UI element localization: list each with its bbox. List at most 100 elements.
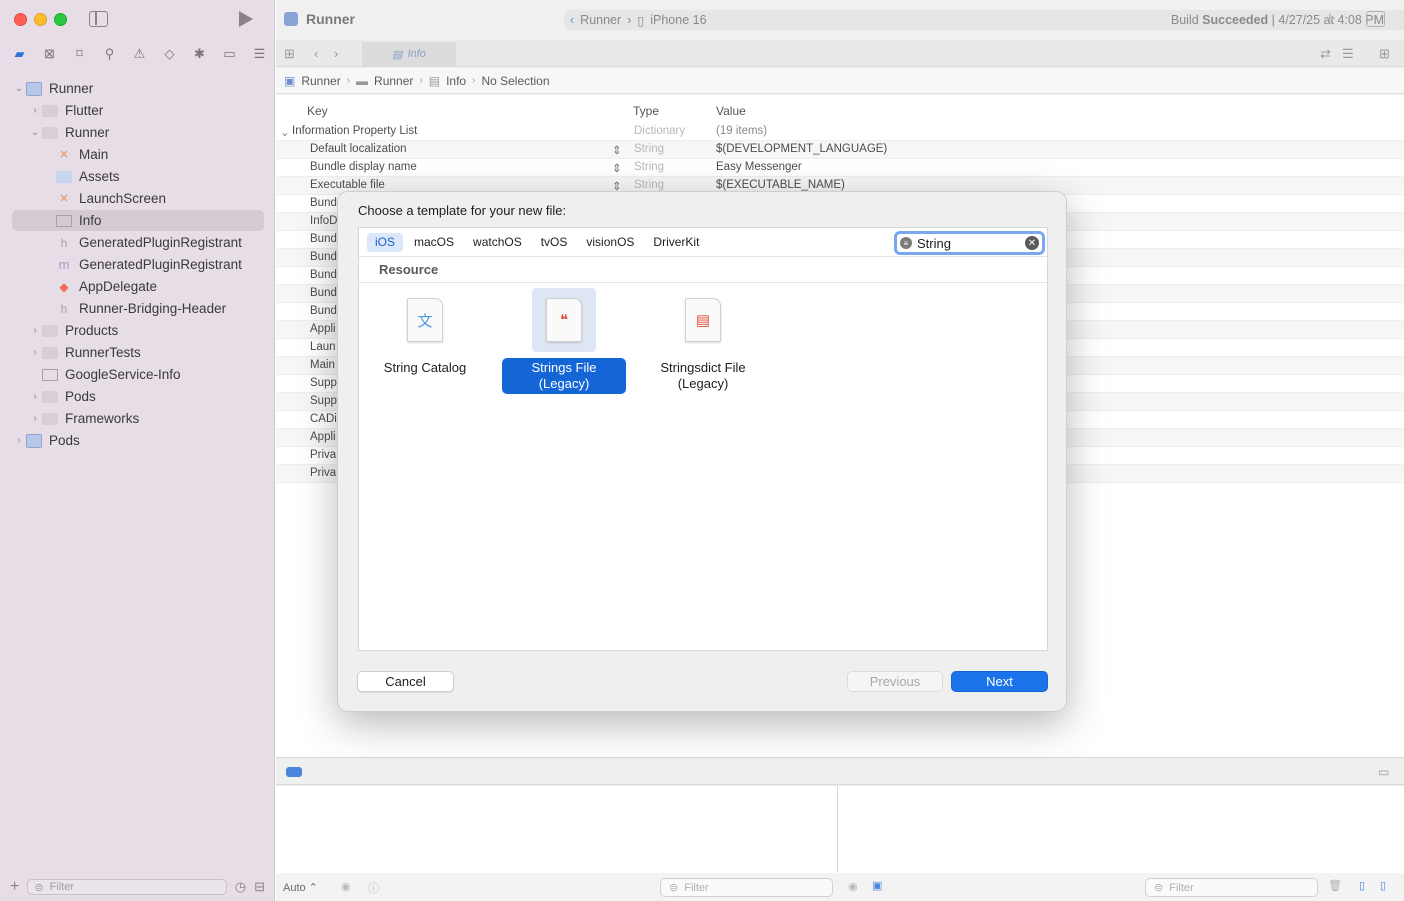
scm-filter-icon[interactable]: ⊟ [254, 879, 265, 895]
breakpoint-icon[interactable]: ▭ [220, 45, 239, 64]
platform-tab-watchos[interactable]: watchOS [465, 233, 530, 252]
plist-key[interactable]: InfoD [310, 215, 338, 227]
plist-key[interactable]: CADi [310, 413, 337, 425]
next-button[interactable]: Next [951, 671, 1048, 692]
chevron-right-icon[interactable]: › [28, 413, 42, 424]
report-icon[interactable]: ☰ [250, 45, 269, 64]
eye-icon[interactable]: ◉ [848, 880, 858, 893]
plist-type[interactable]: String [634, 143, 664, 155]
trash-icon[interactable]: 🗑 [1328, 879, 1342, 892]
add-icon[interactable]: + [10, 878, 19, 896]
console-filter-input[interactable]: ⊜ Filter [1145, 878, 1318, 897]
split-editor-icon[interactable]: ⊞ [1379, 46, 1390, 62]
tree-item[interactable]: › Frameworks [28, 408, 264, 429]
navigator-filter-input[interactable]: ⊜ Filter [27, 879, 227, 895]
scheme-selector[interactable]: ‹ Runner › ▯ iPhone 16 Build Succeeded |… [564, 10, 1404, 30]
tree-item[interactable]: › RunnerTests [28, 342, 264, 363]
tree-item[interactable]: ⌄ Runner [12, 78, 264, 99]
plist-key[interactable]: Priva [310, 467, 336, 479]
zoom-window-button[interactable] [54, 13, 67, 26]
platform-tab-tvos[interactable]: tvOS [533, 233, 576, 252]
key-stepper-icon[interactable]: ⇕ [612, 143, 622, 157]
template-string-catalog[interactable]: 文 String Catalog [363, 288, 487, 378]
template-strings-file[interactable]: ❝ Strings File (Legacy) [502, 288, 626, 394]
swap-icon[interactable]: ⇄ [1320, 46, 1331, 62]
tree-item[interactable]: › Flutter [28, 100, 264, 121]
platform-tab-driverkit[interactable]: DriverKit [645, 233, 707, 252]
template-search-input[interactable]: ≡ String ✕ [894, 231, 1045, 255]
back-arrow-icon[interactable]: ‹ [314, 46, 318, 61]
plist-key[interactable]: Bund [310, 305, 337, 317]
bookmark-icon[interactable]: ⌑ [70, 45, 89, 64]
template-label[interactable]: Stringsdict File (Legacy) [641, 358, 765, 394]
source-control-icon[interactable]: ⊠ [40, 45, 59, 64]
chevron-down-icon[interactable]: ⌄ [280, 125, 290, 139]
plist-key[interactable]: Default localization [310, 143, 407, 155]
breadcrumb-item[interactable]: No Selection [481, 74, 549, 88]
variables-filter-input[interactable]: ⊜ Filter [660, 878, 833, 897]
right-pane-icon[interactable]: ▯ [1380, 879, 1386, 892]
sidebar-toggle-icon[interactable] [89, 11, 108, 27]
plist-key[interactable]: Main [310, 359, 335, 371]
left-pane-icon[interactable]: ▯ [1359, 879, 1365, 892]
plist-key[interactable]: Supp [310, 395, 337, 407]
forward-arrow-icon[interactable]: › [334, 46, 338, 61]
chevron-right-icon[interactable]: › [28, 105, 42, 116]
grid-icon[interactable]: ⊞ [284, 46, 295, 62]
chevron-right-icon[interactable]: › [28, 325, 42, 336]
folder-icon[interactable]: ▰ [10, 45, 29, 64]
column-header-type[interactable]: Type [633, 104, 659, 118]
template-label-selected[interactable]: Strings File (Legacy) [502, 358, 626, 394]
chevron-right-icon[interactable]: › [12, 435, 26, 446]
plist-key[interactable]: Bund [310, 233, 337, 245]
breadcrumb-item[interactable]: Runner [301, 74, 340, 88]
plist-type[interactable]: String [634, 161, 664, 173]
plist-value[interactable]: $(DEVELOPMENT_LANGUAGE) [716, 143, 887, 155]
warning-icon[interactable]: ⚠ [130, 45, 149, 64]
run-button[interactable] [239, 11, 253, 27]
plist-value[interactable]: Easy Messenger [716, 161, 802, 173]
tab-info[interactable]: ▤ Info [362, 42, 456, 66]
plist-type[interactable]: String [634, 179, 664, 191]
plist-root-row[interactable]: ⌄ Information Property List Dictionary (… [276, 123, 1404, 141]
tree-item[interactable]: › Products [28, 320, 264, 341]
plist-key[interactable]: Laun [310, 341, 336, 353]
tree-item[interactable]: Assets [56, 166, 264, 187]
chevron-right-icon[interactable]: › [28, 347, 42, 358]
hide-debug-icon[interactable]: ▭ [1378, 765, 1389, 779]
template-thumb[interactable]: ▤ [671, 288, 735, 352]
search-icon[interactable]: ⚲ [100, 45, 119, 64]
chevron-down-icon[interactable]: ⌄ [12, 83, 26, 94]
tree-item[interactable]: h GeneratedPluginRegistrant [56, 232, 264, 253]
key-stepper-icon[interactable]: ⇕ [612, 161, 622, 175]
column-header-value[interactable]: Value [716, 104, 746, 118]
chevron-down-icon[interactable]: ⌄ [28, 127, 42, 138]
test-icon[interactable]: ◇ [160, 45, 179, 64]
debug-icon[interactable]: ✱ [190, 45, 209, 64]
platform-tab-macos[interactable]: macOS [406, 233, 462, 252]
minimize-window-button[interactable] [34, 13, 47, 26]
template-label[interactable]: String Catalog [363, 358, 487, 378]
eye-icon[interactable]: ◉ [341, 880, 351, 893]
tree-item[interactable]: GoogleService-Info [42, 364, 264, 385]
tree-item[interactable]: h Runner-Bridging-Header [56, 298, 264, 319]
previous-button[interactable]: Previous [847, 671, 943, 692]
auto-variables-select[interactable]: Auto ⌃ [283, 881, 318, 894]
tree-item[interactable]: › Pods [28, 386, 264, 407]
inspector-toggle-icon[interactable] [1366, 11, 1385, 27]
plist-row[interactable]: Bundle display name ⇕ String Easy Messenger [276, 159, 1404, 177]
column-header-key[interactable]: Key [307, 104, 328, 118]
device-name[interactable]: iPhone 16 [650, 13, 706, 27]
plist-key[interactable]: Appli [310, 431, 336, 443]
plist-key[interactable]: Priva [310, 449, 336, 461]
scheme-name[interactable]: Runner [580, 13, 621, 27]
plist-key[interactable]: Appli [310, 323, 336, 335]
tree-item[interactable]: ◆ AppDelegate [56, 276, 264, 297]
template-stringsdict-file[interactable]: ▤ Stringsdict File (Legacy) [641, 288, 765, 394]
breadcrumb-item[interactable]: Info [446, 74, 466, 88]
tree-item-selected[interactable]: Info [12, 210, 264, 231]
plist-key[interactable]: Supp [310, 377, 337, 389]
platform-tab-visionos[interactable]: visionOS [578, 233, 642, 252]
plist-row[interactable]: Default localization ⇕ String $(DEVELOPMENT… [276, 141, 1404, 159]
plist-key[interactable]: Executable file [310, 179, 385, 191]
